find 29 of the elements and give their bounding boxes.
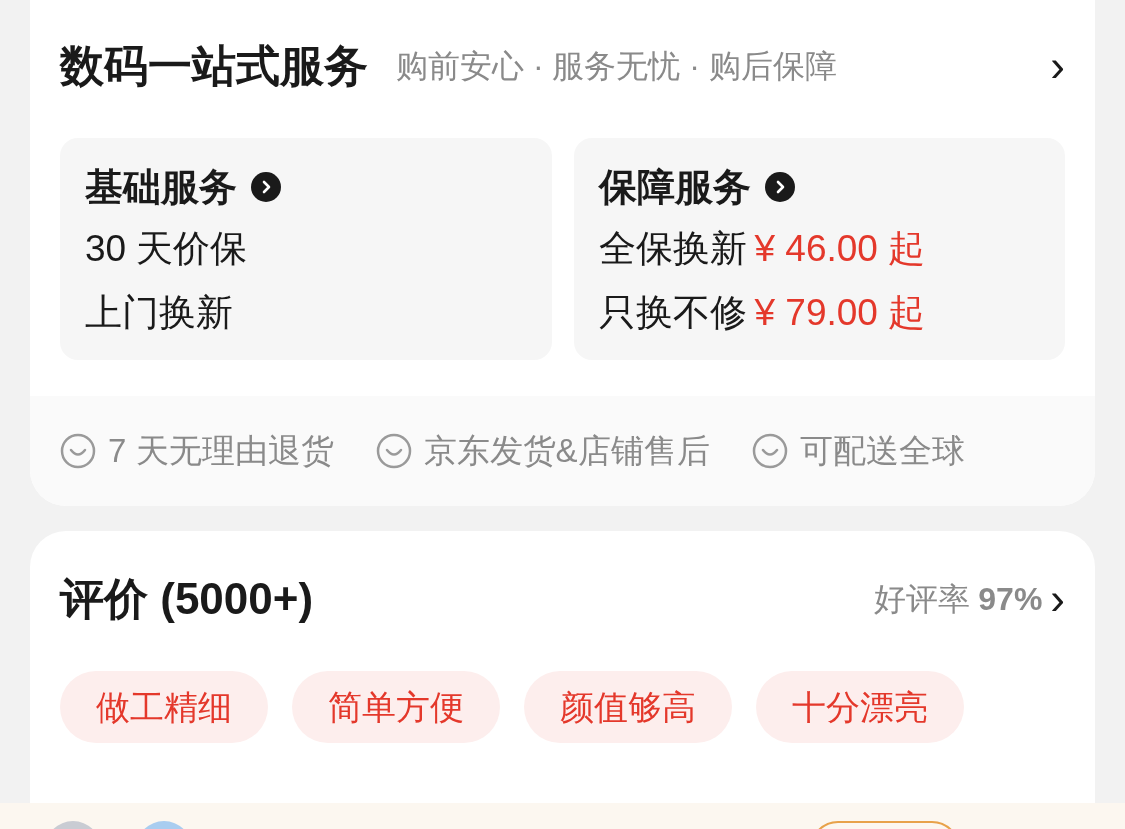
card-title: 数码一站式服务 — [60, 44, 368, 88]
smile-icon — [751, 433, 788, 469]
review-tag[interactable]: 十分漂亮 — [756, 671, 964, 743]
card-subtitle: 购前安心 · 服务无忧 · 购后保障 — [396, 50, 837, 82]
chevron-link[interactable]: › — [1050, 577, 1065, 621]
arrow-circle-icon[interactable] — [251, 172, 281, 202]
promise-text: 可配送全球 — [799, 431, 965, 472]
review-title: 评价 (5000+) — [60, 577, 314, 621]
panel-title: 基础服务 — [85, 165, 237, 210]
panel-title: 保障服务 — [598, 165, 751, 210]
service-item: 全保换新 — [598, 227, 747, 271]
review-tag[interactable]: 颜值够高 — [524, 671, 732, 743]
arrow-circle-icon[interactable] — [764, 172, 795, 202]
service-item: 只换不修 — [598, 291, 747, 335]
review-tag[interactable]: 简单方便 — [292, 671, 500, 743]
smile-icon — [60, 433, 96, 469]
chevron-link[interactable]: › — [1050, 44, 1065, 88]
smile-icon — [375, 433, 412, 469]
service-item: 上门换新 — [85, 291, 233, 335]
rating-label: 好评率 — [874, 580, 971, 619]
promise-text: 京东发货&店铺售后 — [423, 431, 710, 472]
service-price: ¥ 46.00 起 — [754, 227, 926, 271]
promise-text: 7 天无理由退货 — [108, 431, 334, 472]
rating-value: 97% — [978, 580, 1043, 619]
service-item: 30 天价保 — [85, 227, 248, 271]
service-panel[interactable]: 保障服务 全保换新 ¥ 46.00 起 只换不修 ¥ 79.00 起 — [573, 138, 1065, 360]
review-tag[interactable]: 做工精细 — [60, 671, 268, 743]
service-price: ¥ 79.00 起 — [754, 291, 926, 335]
service-panel[interactable]: 基础服务 30 天价保 上门换新 — [60, 138, 552, 360]
